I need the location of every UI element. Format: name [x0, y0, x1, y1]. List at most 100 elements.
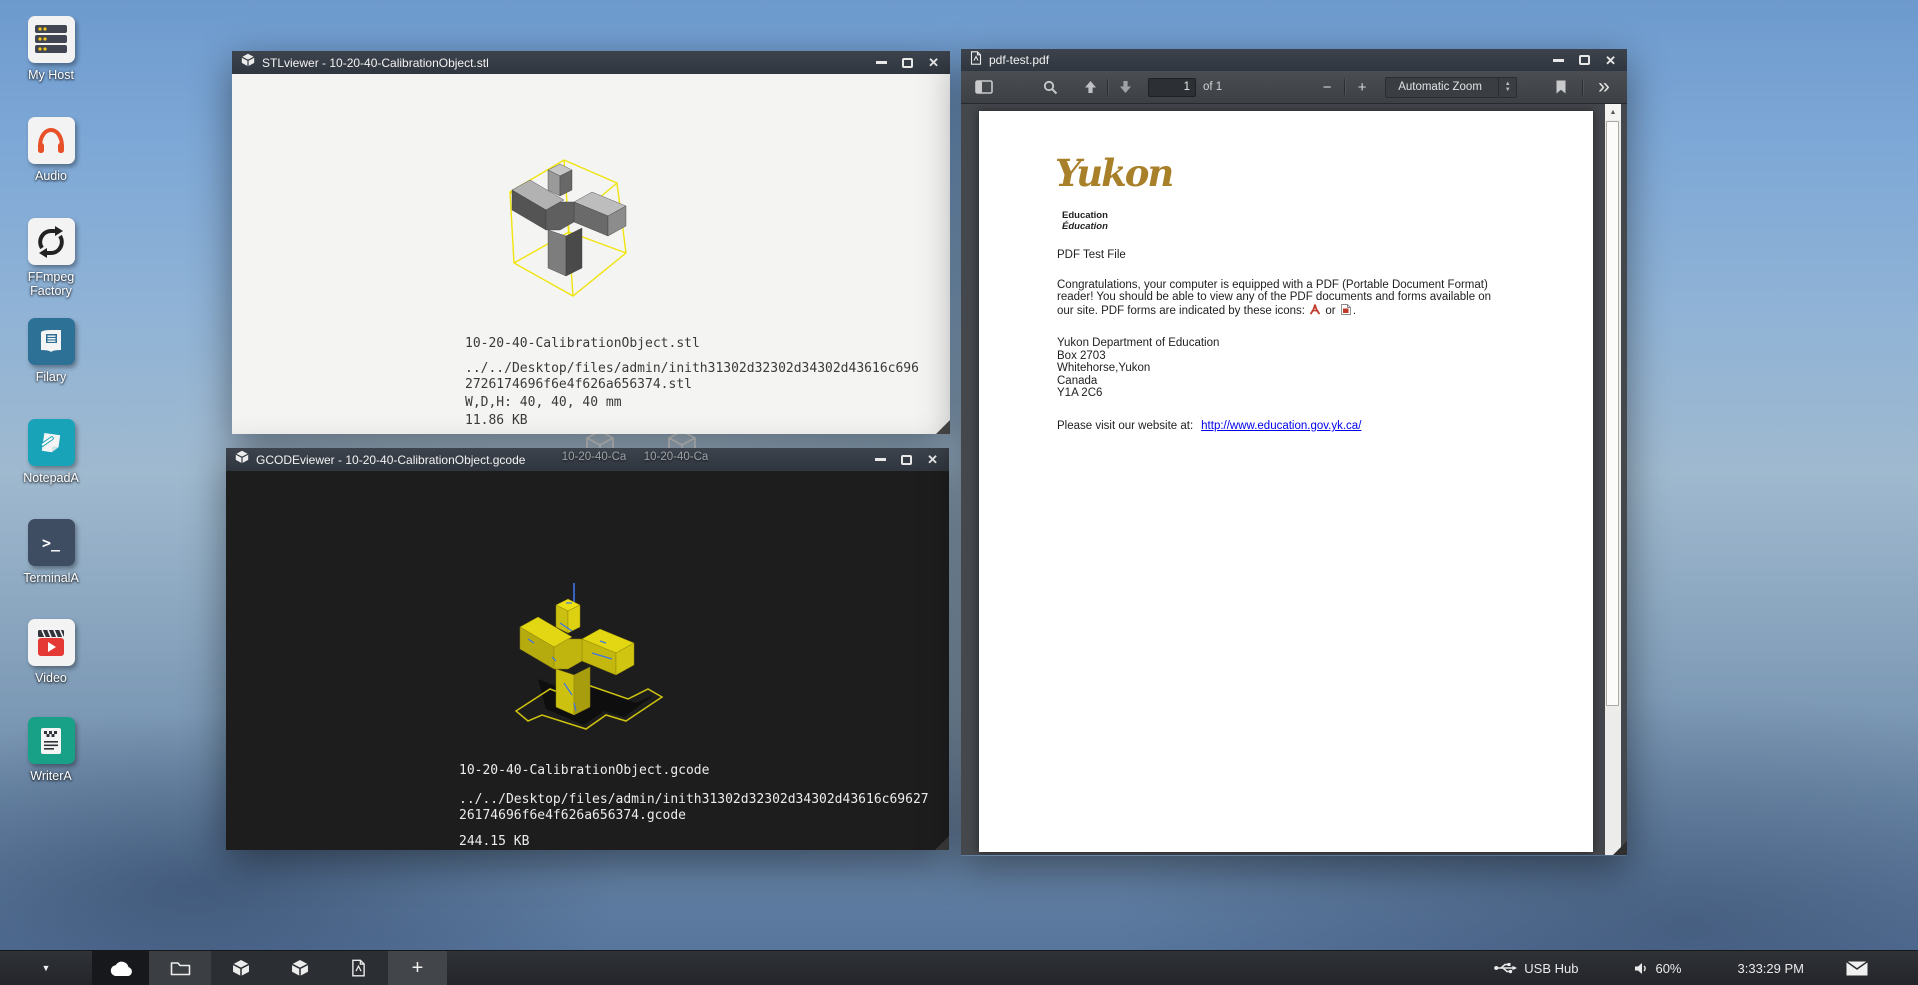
minimize-icon[interactable]: [875, 458, 886, 461]
search-button[interactable]: [1037, 74, 1063, 100]
minimize-icon[interactable]: [1553, 59, 1564, 62]
cube-icon: [232, 959, 250, 977]
volume-status[interactable]: 60%: [1634, 961, 1681, 976]
stl-filesize: 11.86 KB: [465, 413, 919, 429]
document-paragraph: Congratulations, your computer is equipp…: [1057, 279, 1543, 318]
taskbar-add-button[interactable]: +: [388, 951, 447, 985]
select-spinner-icon: ▲▼: [1498, 78, 1516, 97]
yukon-logo: Yukon: [1055, 151, 1172, 195]
more-tools-icon[interactable]: »: [1591, 74, 1617, 100]
resize-grip[interactable]: [1613, 841, 1627, 855]
zoom-select[interactable]: Automatic Zoom ▲▼: [1385, 77, 1517, 98]
logo-subtitle-fr: Éducation: [1062, 221, 1108, 232]
volume-label: 60%: [1655, 961, 1681, 976]
taskbar-files-button[interactable]: [149, 951, 211, 985]
close-icon[interactable]: ✕: [1605, 54, 1616, 67]
website-link[interactable]: http://www.education.gov.yk.ca/: [1201, 420, 1361, 432]
website-line: Please visit our website at:http://www.e…: [1057, 420, 1361, 432]
close-icon[interactable]: ✕: [928, 56, 939, 69]
pdf-toolbar: of 1 − + Automatic Zoom ▲▼ »: [961, 71, 1627, 104]
minimize-icon[interactable]: [876, 61, 887, 64]
gcode-path: ../../Desktop/files/admin/inith31302d323…: [459, 792, 929, 808]
address-line: Yukon Department of Education: [1057, 337, 1219, 350]
close-icon[interactable]: ✕: [927, 453, 938, 466]
stlviewer-window: STLviewer - 10-20-40-CalibrationObject.s…: [232, 51, 950, 434]
toolbar-divider: [1107, 79, 1108, 95]
sidebar-toggle-button[interactable]: [971, 74, 997, 100]
book-icon: [28, 318, 75, 365]
desktop-icon-my-host[interactable]: My Host: [8, 16, 94, 82]
gcode-file-info: 10-20-40-CalibrationObject.gcode ../../D…: [459, 763, 929, 850]
pdf-form-icon: [1341, 304, 1351, 318]
desktop-icon-terminala[interactable]: >_ TerminalA: [8, 519, 94, 585]
cube-icon: [291, 959, 309, 977]
clapperboard-play-icon: [28, 619, 75, 666]
maximize-icon[interactable]: [902, 58, 913, 68]
document-heading: PDF Test File: [1057, 249, 1126, 261]
window-title: pdf-test.pdf: [989, 53, 1546, 67]
scrollbar[interactable]: ▲: [1605, 104, 1621, 855]
stlviewer-titlebar[interactable]: STLviewer - 10-20-40-CalibrationObject.s…: [232, 51, 950, 74]
headphones-icon: [28, 117, 75, 164]
desktop-icon-label: Filary: [8, 370, 94, 384]
clock-label: 3:33:29 PM: [1738, 961, 1805, 976]
window-title: STLviewer - 10-20-40-CalibrationObject.s…: [262, 56, 869, 70]
logo-subtitle-en: Education: [1062, 210, 1108, 221]
zoom-out-button[interactable]: −: [1314, 74, 1340, 100]
desktop-icon-writera[interactable]: WriterA: [8, 717, 94, 783]
taskbar-gcodeviewer-button[interactable]: [270, 951, 329, 985]
stl-path: ../../Desktop/files/admin/inith31302d323…: [465, 361, 919, 377]
address-line: Box 2703: [1057, 350, 1219, 363]
stl-path: 2726174696f6e4f626a656374.stl: [465, 377, 919, 393]
stl-viewport[interactable]: 10-20-40-CalibrationObject.stl ../../Des…: [232, 74, 950, 434]
taskbar-stlviewer-button[interactable]: [211, 951, 270, 985]
previous-page-button[interactable]: [1077, 74, 1103, 100]
address-block: Yukon Department of Education Box 2703 W…: [1057, 337, 1219, 400]
stl-file-info: 10-20-40-CalibrationObject.stl ../../Des…: [465, 336, 919, 429]
zoom-in-button[interactable]: +: [1349, 74, 1375, 100]
desktop-icon-audio[interactable]: Audio: [8, 117, 94, 183]
cube-icon: [235, 450, 249, 469]
bookmark-button[interactable]: [1548, 74, 1574, 100]
stl-dimensions: W,D,H: 40, 40, 40 mm: [465, 395, 919, 411]
terminal-icon: >_: [28, 519, 75, 566]
document-icon: [28, 717, 75, 764]
address-line: Canada: [1057, 375, 1219, 388]
desktop-icon-video[interactable]: Video: [8, 619, 94, 685]
pdf-titlebar[interactable]: pdf-test.pdf ✕: [961, 49, 1627, 71]
gcode-path: 26174696f6e4f626a656374.gcode: [459, 808, 929, 824]
desktop-icon-ffmpeg-factory[interactable]: FFmpeg Factory: [8, 218, 94, 298]
server-icon: [28, 16, 75, 63]
scroll-up-icon[interactable]: ▲: [1605, 104, 1621, 120]
toolbar-divider: [1582, 79, 1583, 95]
resize-grip[interactable]: [935, 836, 949, 850]
taskbar-collapse-chevron-icon[interactable]: ▼: [0, 951, 92, 985]
mail-button[interactable]: [1846, 961, 1868, 976]
folder-icon: [170, 960, 191, 976]
toolbar-divider: [1344, 79, 1345, 95]
desktop-icon-filary[interactable]: Filary: [8, 318, 94, 384]
gcode-viewport[interactable]: 10-20-40-CalibrationObject.gcode ../../D…: [226, 471, 949, 850]
page-number-input[interactable]: [1148, 78, 1196, 97]
taskbar-pdf-button[interactable]: [329, 951, 388, 985]
scrollbar-thumb[interactable]: [1606, 121, 1619, 706]
paragraph-line: our site. PDF forms are indicated by the…: [1057, 304, 1543, 318]
desktop-file-label: 10-20-40-Ca: [637, 451, 715, 463]
speaker-icon: [1634, 962, 1648, 975]
circular-arrows-icon: [28, 218, 75, 265]
desktop-icon-label: Video: [8, 671, 94, 685]
pdf-file-icon: [351, 959, 366, 977]
pdf-viewer-area[interactable]: Yukon Education Éducation PDF Test File …: [961, 104, 1627, 855]
paragraph-line: reader! You should be able to view any o…: [1057, 291, 1543, 303]
resize-grip[interactable]: [936, 420, 950, 434]
maximize-icon[interactable]: [901, 455, 912, 465]
maximize-icon[interactable]: [1579, 55, 1590, 65]
taskbar-cloud-button[interactable]: [92, 951, 149, 985]
next-page-button[interactable]: [1112, 74, 1138, 100]
desktop-file-label: 10-20-40-Ca: [555, 451, 633, 463]
gcodeviewer-window: GCODEviewer - 10-20-40-CalibrationObject…: [226, 448, 949, 850]
desktop-icon-notepada[interactable]: NotepadA: [8, 419, 94, 485]
cloud-icon: [107, 959, 135, 977]
desktop-icon-label: Audio: [8, 169, 94, 183]
clock: 3:33:29 PM: [1738, 961, 1805, 976]
